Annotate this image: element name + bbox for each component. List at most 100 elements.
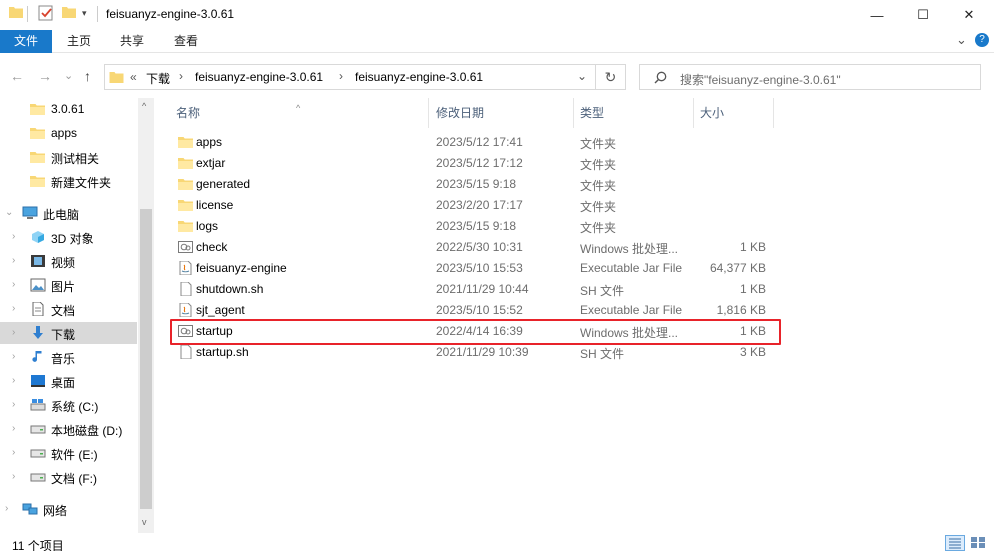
breadcrumb-separator[interactable]: › [179,69,183,83]
sidebar-item[interactable]: › 图片 [0,274,137,296]
column-header-date[interactable]: 修改日期 [436,98,484,128]
chevron-right-icon[interactable]: › [12,471,15,482]
sidebar-item[interactable]: › 视频 [0,250,137,272]
recent-locations-icon[interactable]: ⌄ [64,69,73,82]
sidebar-item[interactable]: › 文档 [0,298,137,320]
file-row[interactable]: apps 2023/5/12 17:41 文件夹 [172,132,782,153]
sidebar-item[interactable]: 测试相关 [0,146,137,168]
file-type: 文件夹 [580,200,617,214]
breadcrumb-engine-outer[interactable]: feisuanyz-engine-3.0.61 [195,70,323,84]
sidebar-item[interactable]: apps [0,122,137,144]
chevron-right-icon[interactable]: › [12,423,15,434]
file-date: 2023/5/15 9:18 [436,177,517,191]
sidebar-item[interactable]: › 下载 [0,322,137,344]
column-separator[interactable] [428,98,429,128]
breadcrumb-downloads[interactable]: 下载 [146,70,170,87]
maximize-button[interactable]: ☐ [900,0,946,30]
expand-ribbon-icon[interactable]: ⌄ [956,32,967,48]
sidebar-item[interactable]: › 文档 (F:) [0,466,137,488]
file-type: SH 文件 [580,284,625,298]
chevron-right-icon[interactable]: › [12,351,15,362]
breadcrumb-separator[interactable]: › [339,69,343,83]
scroll-down-icon[interactable]: v [142,517,147,527]
drive-icon [30,422,46,436]
large-icons-view-icon[interactable] [969,535,989,551]
search-input[interactable]: 搜索"feisuanyz-engine-3.0.61" [639,64,981,90]
file-row[interactable]: feisuanyz-engine 2023/5/10 15:53 Executabl… [172,258,782,279]
properties-icon[interactable] [38,5,54,21]
sidebar-item[interactable]: ⌄ 此电脑 [0,202,137,224]
sidebar-item[interactable]: › 系统 (C:) [0,394,137,416]
chevron-right-icon[interactable]: › [12,303,15,314]
tab-view[interactable]: 查看 [174,30,198,53]
customize-quick-access-icon[interactable]: ▾ [82,8,87,19]
chevron-right-icon[interactable]: › [12,327,15,338]
sidebar-item[interactable]: › 网络 [0,498,137,520]
file-row[interactable]: logs 2023/5/15 9:18 文件夹 [172,216,782,237]
tab-share[interactable]: 共享 [120,30,144,53]
new-folder-icon[interactable] [62,5,76,19]
column-separator[interactable] [693,98,694,128]
file-date: 2023/2/20 17:17 [436,198,523,212]
jar-file-icon [178,302,193,318]
scrollbar-thumb[interactable] [140,209,152,509]
scroll-up-icon[interactable]: ^ [142,101,146,111]
chevron-right-icon[interactable]: › [5,503,8,514]
file-row[interactable]: startup.sh 2021/11/29 10:39 SH 文件 3 KB [172,342,782,363]
close-button[interactable]: ✕ [946,0,992,30]
details-view-icon[interactable] [945,535,965,551]
column-separator[interactable] [773,98,774,128]
breadcrumb-overflow[interactable]: « [130,70,137,84]
file-date: 2023/5/15 9:18 [436,219,517,233]
file-row[interactable]: sjt_agent 2023/5/10 15:52 Executable Jar F… [172,300,782,321]
chevron-right-icon[interactable]: › [12,375,15,386]
sidebar-item-label: 视频 [51,256,76,270]
title-bar: ▾ feisuanyz-engine-3.0.61 — ☐ ✕ [0,0,994,30]
sidebar-item[interactable]: › 音乐 [0,346,137,368]
chevron-right-icon[interactable]: › [12,255,15,266]
window-title: feisuanyz-engine-3.0.61 [106,7,235,21]
sidebar-item-label: 网络 [43,504,68,518]
file-row[interactable]: license 2023/2/20 17:17 文件夹 [172,195,782,216]
address-bar[interactable]: « 下载 › feisuanyz-engine-3.0.61 › feisuan… [104,64,596,90]
forward-arrow-icon[interactable]: → [38,68,52,84]
column-header-name[interactable]: 名称 [176,98,200,128]
sidebar-item[interactable]: 3.0.61 [0,98,137,120]
back-arrow-icon[interactable]: ← [10,68,24,84]
file-row[interactable]: shutdown.sh 2021/11/29 10:44 SH 文件 1 KB [172,279,782,300]
tab-file[interactable]: 文件 [0,30,52,53]
chevron-right-icon[interactable]: › [12,399,15,410]
sidebar-item[interactable]: › 软件 (E:) [0,442,137,464]
chevron-down-icon[interactable]: ⌄ [5,207,13,218]
search-placeholder: 搜索"feisuanyz-engine-3.0.61" [680,73,841,87]
sidebar-item[interactable]: › 3D 对象 [0,226,137,248]
network-icon [22,502,38,516]
column-separator[interactable] [573,98,574,128]
sidebar-item[interactable]: › 桌面 [0,370,137,392]
minimize-button[interactable]: — [854,0,900,30]
column-header-type[interactable]: 类型 [580,98,604,128]
column-header-size[interactable]: 大小 [700,98,724,128]
up-arrow-icon[interactable]: ↑ [84,68,91,84]
drive-icon [30,446,46,460]
breadcrumb-engine-inner[interactable]: feisuanyz-engine-3.0.61 [355,70,483,84]
help-icon[interactable]: ? [975,33,989,47]
refresh-button[interactable]: ↻ [596,64,626,90]
chevron-right-icon[interactable]: › [12,447,15,458]
folder-icon [30,150,46,164]
tab-home[interactable]: 主页 [67,30,91,53]
chevron-right-icon[interactable]: › [12,231,15,242]
file-row[interactable]: check 2022/5/30 10:31 Windows 批处理... 1 KB [172,237,782,258]
nav-scrollbar[interactable]: ^ v [138,98,154,533]
sidebar-item[interactable]: › 本地磁盘 (D:) [0,418,137,440]
file-size: 64,377 KB [709,261,766,275]
file-date: 2021/11/29 10:39 [436,345,529,359]
file-icon [178,344,193,360]
address-dropdown-icon[interactable]: ⌄ [577,69,587,83]
file-name: logs [196,219,219,233]
file-row[interactable]: generated 2023/5/15 9:18 文件夹 [172,174,782,195]
chevron-right-icon[interactable]: › [12,279,15,290]
file-row[interactable]: extjar 2023/5/12 17:12 文件夹 [172,153,782,174]
file-date: 2022/5/30 10:31 [436,240,523,254]
sidebar-item[interactable]: 新建文件夹 [0,170,137,192]
